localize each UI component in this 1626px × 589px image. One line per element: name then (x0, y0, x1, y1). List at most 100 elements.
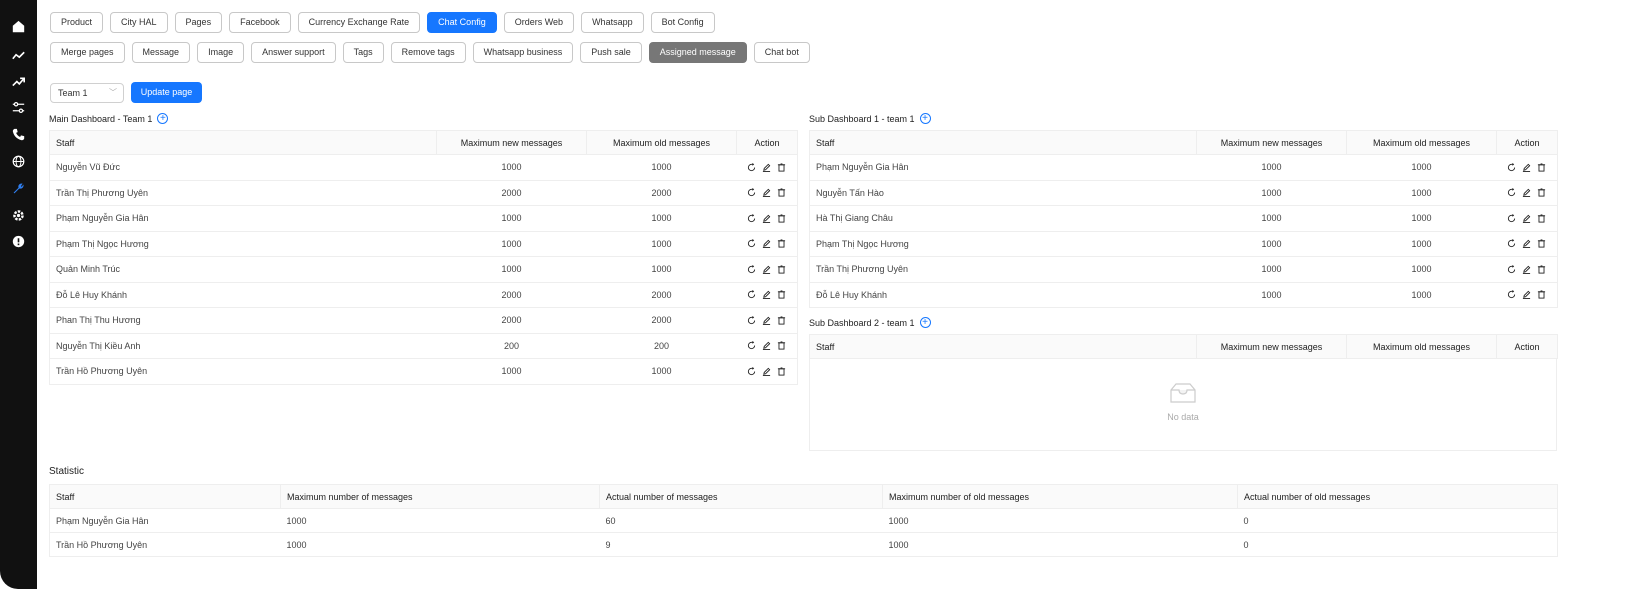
edit-icon[interactable] (762, 239, 771, 249)
action-cell (736, 282, 798, 308)
cell-value: 1000 (1346, 256, 1497, 283)
refresh-icon[interactable] (747, 366, 756, 376)
refresh-icon[interactable] (747, 239, 756, 248)
refresh-icon[interactable] (747, 213, 756, 223)
staff-name: Phan Thị Thu Hương (49, 307, 437, 334)
refresh-icon[interactable] (1507, 213, 1516, 223)
sub-dashboard-2-table: Staff Maximum new messages Maximum old mes… (809, 334, 1558, 359)
tab-merge-pages[interactable]: Merge pages (50, 42, 125, 63)
edit-icon[interactable] (1522, 290, 1531, 300)
refresh-icon[interactable] (747, 315, 756, 325)
refresh-icon[interactable] (747, 290, 756, 299)
trash-icon[interactable] (1537, 265, 1546, 274)
column-header-staff: Staff (49, 130, 437, 155)
refresh-icon[interactable] (1507, 162, 1516, 172)
update-page-button[interactable]: Update page (131, 82, 202, 103)
edit-icon[interactable] (762, 316, 771, 325)
trash-icon[interactable] (777, 239, 786, 248)
trash-icon[interactable] (1537, 188, 1546, 197)
edit-icon[interactable] (762, 290, 771, 300)
tab-push-sale[interactable]: Push sale (580, 42, 642, 63)
cell-value: 60 (599, 508, 883, 533)
phone-icon[interactable] (12, 128, 25, 141)
trash-icon[interactable] (777, 290, 786, 299)
tab-assigned-message[interactable]: Assigned message (648, 42, 747, 63)
cell-value: 1000 (436, 205, 587, 232)
home-icon[interactable] (12, 20, 25, 33)
edit-icon[interactable] (1522, 239, 1531, 249)
action-cell (1496, 282, 1558, 308)
main-dashboard-title-row: Main Dashboard - Team 1 + (49, 113, 169, 124)
sliders-icon[interactable] (12, 101, 25, 114)
refresh-icon[interactable] (747, 264, 756, 274)
empty-box-icon (1168, 382, 1198, 404)
refresh-icon[interactable] (1507, 264, 1516, 274)
trash-icon[interactable] (1537, 239, 1546, 248)
trash-icon[interactable] (777, 163, 786, 172)
statistic-table: Staff Maximum number of messages Actual nu… (49, 484, 1558, 557)
table-row: Phạm Nguyễn Gia Hân 1000 60 1000 0 (49, 508, 1558, 533)
trash-icon[interactable] (1537, 163, 1546, 172)
table-row: Trần Thị Phương Uyên 1000 1000 (809, 256, 1558, 283)
tab-chat-config[interactable]: Chat Config (427, 12, 497, 33)
trash-icon[interactable] (777, 265, 786, 274)
trend-up-icon[interactable] (12, 75, 25, 88)
tab-tags[interactable]: Tags (342, 42, 384, 63)
edit-icon[interactable] (762, 214, 771, 223)
trash-icon[interactable] (777, 367, 786, 376)
add-icon[interactable]: + (157, 113, 169, 124)
add-icon[interactable]: + (919, 317, 931, 328)
globe-icon[interactable] (12, 155, 25, 168)
tab-image[interactable]: Image (197, 42, 245, 63)
team-select[interactable]: Team 1 ﹀ (50, 83, 124, 103)
tab-message[interactable]: Message (131, 42, 191, 63)
refresh-icon[interactable] (1507, 290, 1516, 299)
sub-dashboard-1-title-row: Sub Dashboard 1 - team 1 + (809, 113, 931, 124)
add-icon[interactable]: + (919, 113, 931, 124)
tab-answer-support[interactable]: Answer support (251, 42, 336, 63)
tab-remove-tags[interactable]: Remove tags (390, 42, 466, 63)
staff-name: Phạm Thị Ngọc Hương (49, 231, 437, 257)
wrench-icon[interactable] (12, 182, 25, 195)
edit-icon[interactable] (1522, 265, 1531, 274)
edit-icon[interactable] (1522, 188, 1531, 198)
trash-icon[interactable] (777, 188, 786, 197)
trash-icon[interactable] (1537, 290, 1546, 299)
action-cell (1496, 231, 1558, 257)
refresh-icon[interactable] (747, 341, 756, 350)
tab-orders-web[interactable]: Orders Web (503, 12, 575, 33)
edit-icon[interactable] (762, 163, 771, 172)
tab-pages[interactable]: Pages (174, 12, 223, 33)
trend-icon[interactable] (12, 49, 25, 62)
tab-city-hal[interactable]: City HAL (110, 12, 168, 33)
tab-whatsapp[interactable]: Whatsapp (581, 12, 644, 33)
edit-icon[interactable] (762, 188, 771, 198)
info-icon[interactable] (12, 235, 25, 248)
sub-dashboard-2-title-row: Sub Dashboard 2 - team 1 + (809, 317, 931, 328)
edit-icon[interactable] (762, 265, 771, 274)
edit-icon[interactable] (762, 367, 771, 376)
edit-icon[interactable] (1522, 163, 1531, 172)
cell-value: 1000 (1346, 282, 1497, 308)
tab-chat-bot[interactable]: Chat bot (753, 42, 810, 63)
tab-currency-exchange-rate[interactable]: Currency Exchange Rate (297, 12, 421, 33)
trash-icon[interactable] (777, 341, 786, 350)
statistic-title: Statistic (49, 466, 85, 477)
cell-value: 1000 (1196, 256, 1347, 283)
refresh-icon[interactable] (1507, 188, 1516, 197)
tab-product[interactable]: Product (50, 12, 104, 33)
tab-whatsapp-business[interactable]: Whatsapp business (472, 42, 574, 63)
trash-icon[interactable] (777, 214, 786, 223)
tab-bot-config[interactable]: Bot Config (650, 12, 715, 33)
edit-icon[interactable] (1522, 214, 1531, 223)
trash-icon[interactable] (777, 316, 786, 325)
trash-icon[interactable] (1537, 214, 1546, 223)
gear-icon[interactable] (12, 209, 25, 222)
refresh-icon[interactable] (747, 162, 756, 172)
tab-facebook[interactable]: Facebook (229, 12, 291, 33)
edit-icon[interactable] (762, 341, 771, 351)
refresh-icon[interactable] (1507, 239, 1516, 248)
action-cell (736, 180, 798, 206)
cell-value: 9 (599, 532, 883, 557)
refresh-icon[interactable] (747, 188, 756, 197)
